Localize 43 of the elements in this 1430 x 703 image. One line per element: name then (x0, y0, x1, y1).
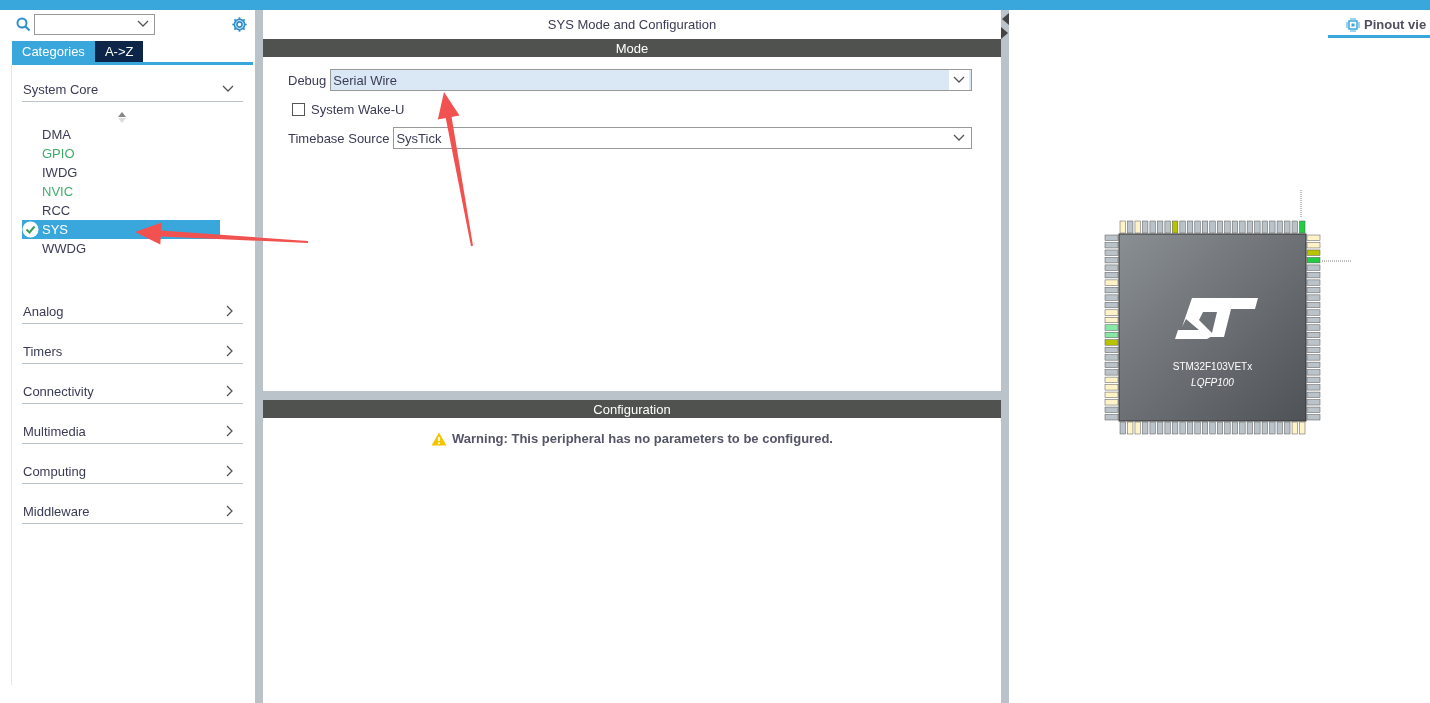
chevron-right-icon (226, 505, 234, 517)
dropdown[interactable]: Serial Wire (330, 69, 972, 91)
field-label: Debug (288, 72, 327, 88)
search-combo-box[interactable] (34, 13, 155, 35)
checkbox[interactable] (292, 102, 305, 116)
chip-package: LQFP100 (1191, 377, 1234, 388)
chevron-right-icon (226, 465, 234, 477)
logo-icon (1175, 298, 1258, 339)
chevron-right-icon (226, 305, 234, 317)
scroll-arrows-icon[interactable] (118, 112, 126, 123)
category-header[interactable]: System Core (22, 77, 243, 102)
chevron-down-icon (953, 134, 965, 142)
search-icon[interactable] (16, 16, 31, 32)
category-header[interactable]: Connectivity (22, 379, 243, 404)
chip-part-number: STM32F103VETx (1172, 361, 1253, 372)
check-icon (22, 221, 39, 238)
chevron-down-icon (222, 85, 234, 93)
category-header[interactable]: Middleware (22, 499, 243, 524)
dropdown[interactable]: SysTick (393, 127, 972, 149)
panel-title: SYS Mode and Configuration (546, 16, 718, 34)
peripheral-item[interactable]: DMA (22, 125, 220, 144)
peripheral-item[interactable]: RCC (22, 201, 220, 220)
chevron-down-icon (137, 20, 149, 28)
peripheral-item[interactable]: IWDG (22, 163, 220, 182)
category-header[interactable]: Multimedia (22, 419, 243, 444)
warning-icon (431, 431, 448, 446)
chevron-right-icon (226, 425, 234, 437)
section-header: Configuration (263, 400, 1001, 418)
chevron-right-icon (226, 345, 234, 357)
chip-icon (1346, 17, 1360, 32)
chevron-down-icon (953, 76, 965, 84)
chevron-right-icon (226, 385, 234, 397)
checkbox-label: System Wake-U (311, 101, 405, 117)
warning-message: Warning: This peripheral has no parameters to be configured. (452, 431, 833, 446)
category-header[interactable]: Analog (22, 299, 243, 324)
pinout-view-tab[interactable]: Pinout vie (1328, 14, 1430, 38)
category-header[interactable]: Computing (22, 459, 243, 484)
category-header[interactable]: Timers (22, 339, 243, 364)
section-header: Mode (263, 39, 1001, 57)
peripheral-item[interactable]: WWDG (22, 239, 220, 258)
settings-icon[interactable] (231, 15, 248, 33)
category-tab[interactable]: A->Z (94, 41, 144, 62)
field-label: Timebase Source (288, 130, 390, 146)
